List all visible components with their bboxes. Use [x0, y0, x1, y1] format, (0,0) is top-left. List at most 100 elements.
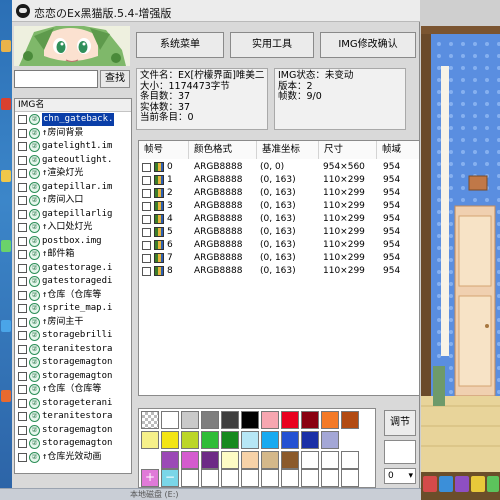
checkbox[interactable] [142, 163, 151, 172]
color-swatch[interactable] [341, 411, 359, 429]
color-swatch[interactable] [161, 451, 179, 469]
img-list-header[interactable]: IMG名 [15, 99, 131, 112]
img-list[interactable]: IMG名 ② chn_gateback. ② ↑房间背景 ② gatelight1.i… [14, 98, 132, 474]
empty-swatch[interactable] [321, 469, 339, 487]
adjust-button[interactable]: 调节 [384, 410, 416, 436]
color-swatch[interactable] [321, 451, 339, 469]
checkbox[interactable] [18, 452, 27, 462]
empty-swatch[interactable] [261, 469, 279, 487]
list-item[interactable]: ② chn_gateback. [15, 113, 131, 127]
search-input[interactable] [14, 70, 98, 88]
color-swatch[interactable] [221, 411, 239, 429]
game-menu-icon[interactable] [423, 476, 437, 492]
list-item[interactable]: ② storagemagton [15, 370, 131, 384]
checkbox[interactable] [18, 196, 27, 205]
checkbox[interactable] [18, 331, 27, 340]
checkbox[interactable] [142, 228, 151, 237]
frames-table[interactable]: 帧号 颜色格式 基准坐标 尺寸 帧域 0 ARGB8888 (0, 0) 954×56… [138, 140, 420, 396]
empty-swatch[interactable] [241, 469, 259, 487]
checkbox[interactable] [18, 371, 27, 381]
table-row[interactable]: 8 ARGB8888 (0, 163) 110×299 954 [139, 265, 419, 278]
checkbox[interactable] [18, 263, 27, 273]
color-swatch[interactable] [301, 451, 319, 469]
checkbox[interactable] [18, 209, 27, 219]
column-header[interactable]: 帧号 [139, 141, 189, 159]
desktop-app-icon[interactable] [1, 40, 11, 52]
checkbox[interactable] [18, 398, 27, 408]
list-item[interactable]: ② storagemagton [15, 437, 131, 451]
list-item[interactable]: ② ↑仓库（仓库等 [15, 289, 131, 303]
color-swatch[interactable] [181, 411, 199, 429]
list-item[interactable]: ② gatelight1.im [15, 140, 131, 154]
img-confirm-button[interactable]: IMG修改确认 [320, 32, 416, 58]
color-swatch[interactable] [301, 431, 319, 449]
color-swatch[interactable] [321, 431, 339, 449]
color-swatch[interactable] [281, 431, 299, 449]
checkbox[interactable] [18, 358, 27, 367]
table-row[interactable]: 4 ARGB8888 (0, 163) 110×299 954 [139, 213, 419, 226]
game-bag-icon[interactable] [455, 476, 469, 492]
empty-swatch[interactable] [281, 469, 299, 487]
color-swatch[interactable] [341, 451, 359, 469]
list-item[interactable]: ② teranitestora [15, 410, 131, 424]
list-item[interactable]: ② postbox.img [15, 235, 131, 249]
column-header[interactable]: 基准坐标 [257, 141, 319, 159]
table-row[interactable]: 0 ARGB8888 (0, 0) 954×560 954 [139, 161, 419, 174]
table-row[interactable]: 6 ARGB8888 (0, 163) 110×299 954 [139, 239, 419, 252]
empty-swatch[interactable] [221, 469, 239, 487]
remove-color-button[interactable]: − [161, 469, 179, 487]
checkbox[interactable] [18, 344, 27, 354]
checkbox[interactable] [18, 169, 27, 178]
checkbox[interactable] [18, 142, 27, 151]
color-swatch[interactable] [221, 451, 239, 469]
list-item[interactable]: ② ↑房间背景 [15, 127, 131, 141]
checkbox[interactable] [18, 155, 27, 165]
color-swatch[interactable] [261, 451, 279, 469]
checkbox[interactable] [142, 189, 151, 198]
color-swatch[interactable] [221, 431, 239, 449]
color-swatch[interactable] [261, 431, 279, 449]
table-row[interactable]: 1 ARGB8888 (0, 163) 110×299 954 [139, 174, 419, 187]
list-item[interactable]: ② storagebrilli [15, 329, 131, 343]
list-item[interactable]: ② teranitestora [15, 343, 131, 357]
list-item[interactable]: ② gatepillarlig [15, 208, 131, 222]
list-item[interactable]: ② ↑渲染灯光 [15, 167, 131, 181]
table-row[interactable]: 5 ARGB8888 (0, 163) 110×299 954 [139, 226, 419, 239]
color-swatch[interactable] [321, 411, 339, 429]
add-color-button[interactable]: + [141, 469, 159, 487]
color-swatch[interactable] [201, 431, 219, 449]
list-item[interactable]: ② gateoutlight. [15, 154, 131, 168]
empty-swatch[interactable] [301, 469, 319, 487]
checkbox[interactable] [18, 412, 27, 421]
color-swatch[interactable] [181, 431, 199, 449]
checkbox[interactable] [18, 250, 27, 259]
list-item[interactable]: ② gatepillar.im [15, 181, 131, 195]
checkbox[interactable] [18, 317, 27, 327]
color-swatch[interactable] [281, 451, 299, 469]
table-row[interactable]: 7 ARGB8888 (0, 163) 110×299 954 [139, 252, 419, 265]
color-swatch[interactable] [201, 451, 219, 469]
color-swatch[interactable] [161, 431, 179, 449]
list-item[interactable]: ② gatestoragedi [15, 275, 131, 289]
checkbox[interactable] [18, 425, 27, 435]
checkbox[interactable] [18, 128, 27, 138]
tools-button[interactable]: 实用工具 [230, 32, 314, 58]
checkbox[interactable] [142, 215, 151, 224]
transparent-swatch[interactable] [141, 411, 159, 429]
checkbox[interactable] [18, 277, 27, 286]
column-header[interactable]: 颜色格式 [189, 141, 257, 159]
checkbox[interactable] [142, 176, 151, 185]
empty-swatch[interactable] [181, 469, 199, 487]
color-swatch[interactable] [181, 451, 199, 469]
column-header[interactable]: 尺寸 [319, 141, 377, 159]
desktop-app-icon[interactable] [1, 170, 11, 182]
list-item[interactable]: ② storagemagton [15, 356, 131, 370]
checkbox[interactable] [18, 236, 27, 246]
checkbox[interactable] [142, 202, 151, 211]
table-row[interactable]: 2 ARGB8888 (0, 163) 110×299 954 [139, 187, 419, 200]
checkbox[interactable] [18, 290, 27, 300]
desktop-app-icon[interactable] [1, 390, 11, 402]
checkbox[interactable] [142, 254, 151, 263]
desktop-app-icon[interactable] [1, 320, 11, 332]
checkbox[interactable] [142, 267, 151, 276]
